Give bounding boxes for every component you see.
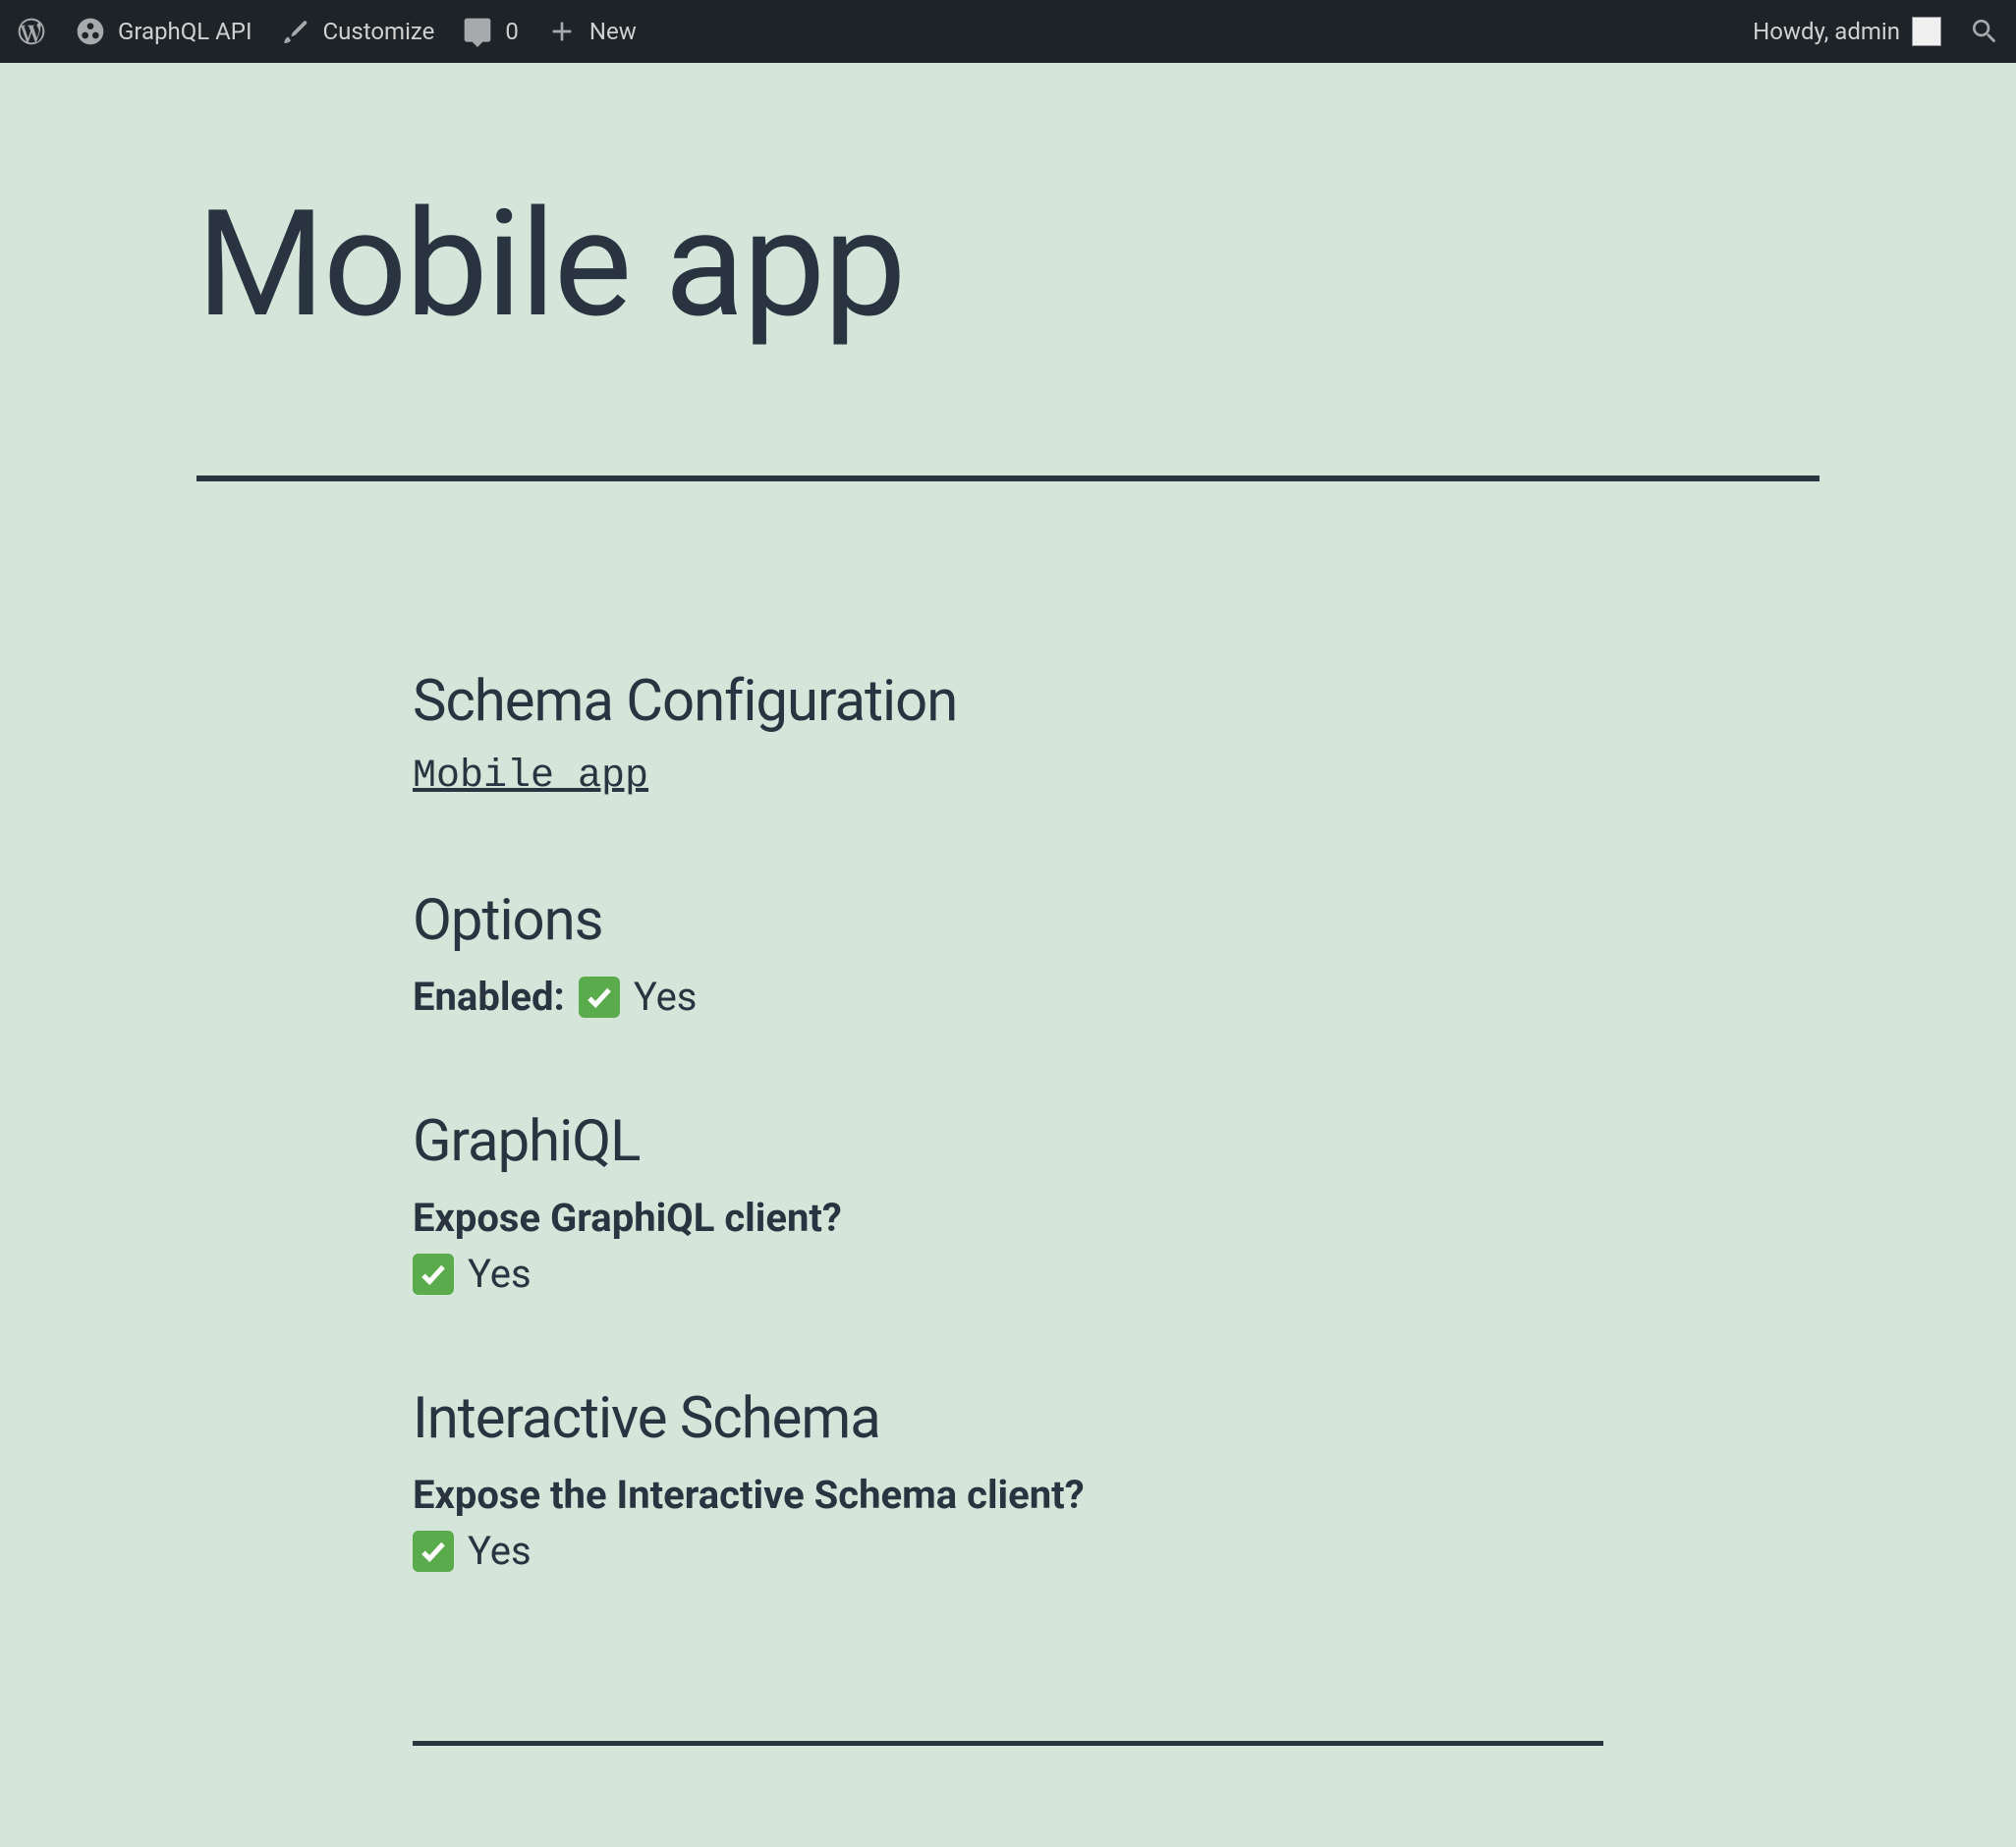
comment-icon <box>462 16 493 47</box>
customize-icon <box>279 16 310 47</box>
new-content-menu[interactable]: New <box>546 16 637 47</box>
graphiql-heading: GraphiQL <box>413 1108 1603 1175</box>
graphiql-value-line: Yes <box>413 1251 1603 1297</box>
section-schema-configuration: Schema Configuration Mobile app <box>413 668 1603 799</box>
enabled-label: Enabled: <box>413 974 565 1020</box>
check-icon <box>413 1531 454 1572</box>
plus-icon <box>546 16 578 47</box>
graphiql-question: Expose GraphiQL client? <box>413 1195 1603 1241</box>
customize-menu[interactable]: Customize <box>279 16 434 47</box>
section-options: Options Enabled: Yes <box>413 887 1603 1020</box>
options-heading: Options <box>413 887 1603 954</box>
dashboard-icon <box>75 16 106 47</box>
search-toggle[interactable] <box>1969 16 2000 47</box>
user-account-menu[interactable]: Howdy, admin <box>1753 17 1941 46</box>
site-name-menu[interactable]: GraphQL API <box>75 16 252 47</box>
check-icon <box>579 977 620 1018</box>
section-interactive-schema: Interactive Schema Expose the Interactiv… <box>413 1385 1603 1574</box>
new-label: New <box>589 18 637 45</box>
check-icon <box>413 1254 454 1295</box>
schema-config-link[interactable]: Mobile app <box>413 755 648 799</box>
divider-thick <box>196 476 1820 481</box>
enabled-value: Yes <box>634 974 698 1020</box>
customize-label: Customize <box>322 18 434 45</box>
search-icon <box>1969 16 2000 47</box>
greeting-label: Howdy, admin <box>1753 18 1900 45</box>
comments-menu[interactable]: 0 <box>462 16 519 47</box>
divider-thin <box>413 1741 1603 1746</box>
admin-bar-right: Howdy, admin <box>1753 16 2000 47</box>
comments-count: 0 <box>505 18 519 45</box>
schema-config-heading: Schema Configuration <box>413 668 1603 735</box>
wordpress-icon <box>16 16 47 47</box>
avatar <box>1912 17 1941 46</box>
interactive-schema-heading: Interactive Schema <box>413 1385 1603 1452</box>
interactive-schema-question: Expose the Interactive Schema client? <box>413 1472 1603 1518</box>
admin-bar: GraphQL API Customize 0 New Howdy, admin <box>0 0 2016 63</box>
graphiql-value: Yes <box>468 1251 532 1297</box>
interactive-schema-value: Yes <box>468 1528 532 1574</box>
admin-bar-left: GraphQL API Customize 0 New <box>16 16 637 47</box>
site-title-label: GraphQL API <box>118 18 252 45</box>
page-title: Mobile app <box>196 191 1820 338</box>
enabled-field: Enabled: Yes <box>413 974 1603 1020</box>
section-graphiql: GraphiQL Expose GraphiQL client? Yes <box>413 1108 1603 1297</box>
page-content: Mobile app Schema Configuration Mobile a… <box>0 63 2016 1746</box>
interactive-schema-value-line: Yes <box>413 1528 1603 1574</box>
content-column: Schema Configuration Mobile app Options … <box>196 668 1820 1746</box>
wp-logo-menu[interactable] <box>16 16 47 47</box>
